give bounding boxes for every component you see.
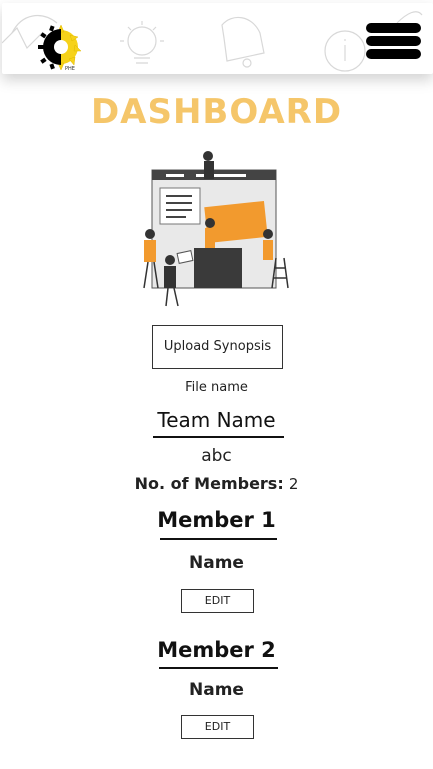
upload-synopsis-button[interactable]: Upload Synopsis [152,325,283,369]
team-name-value: abc [201,446,232,466]
team-name-heading: Team Name [157,408,276,432]
members-count: No. of Members: 2 [0,474,433,493]
members-count-label: No. of Members: [134,474,284,493]
sunflower-logo-icon[interactable]: PHE [34,23,84,73]
page-title: DASHBOARD [90,92,343,132]
member-2-edit-button[interactable]: EDIT [181,715,254,739]
file-name-label: File name [185,380,248,395]
team-collaboration-illustration [143,151,289,307]
members-count-value: 2 [288,475,299,493]
member-2-underline [159,667,278,669]
member-2-heading: Member 2 [157,638,276,662]
member-1-name-label: Name [189,553,244,573]
top-header: PHE [2,3,433,74]
member-2-name-label: Name [189,680,244,700]
logo-text: PHE [65,66,75,72]
member-1-underline [160,538,277,540]
hamburger-menu-icon[interactable] [366,23,422,59]
member-1-edit-button[interactable]: EDIT [181,589,254,613]
team-name-underline [153,436,284,438]
member-1-heading: Member 1 [157,508,276,532]
